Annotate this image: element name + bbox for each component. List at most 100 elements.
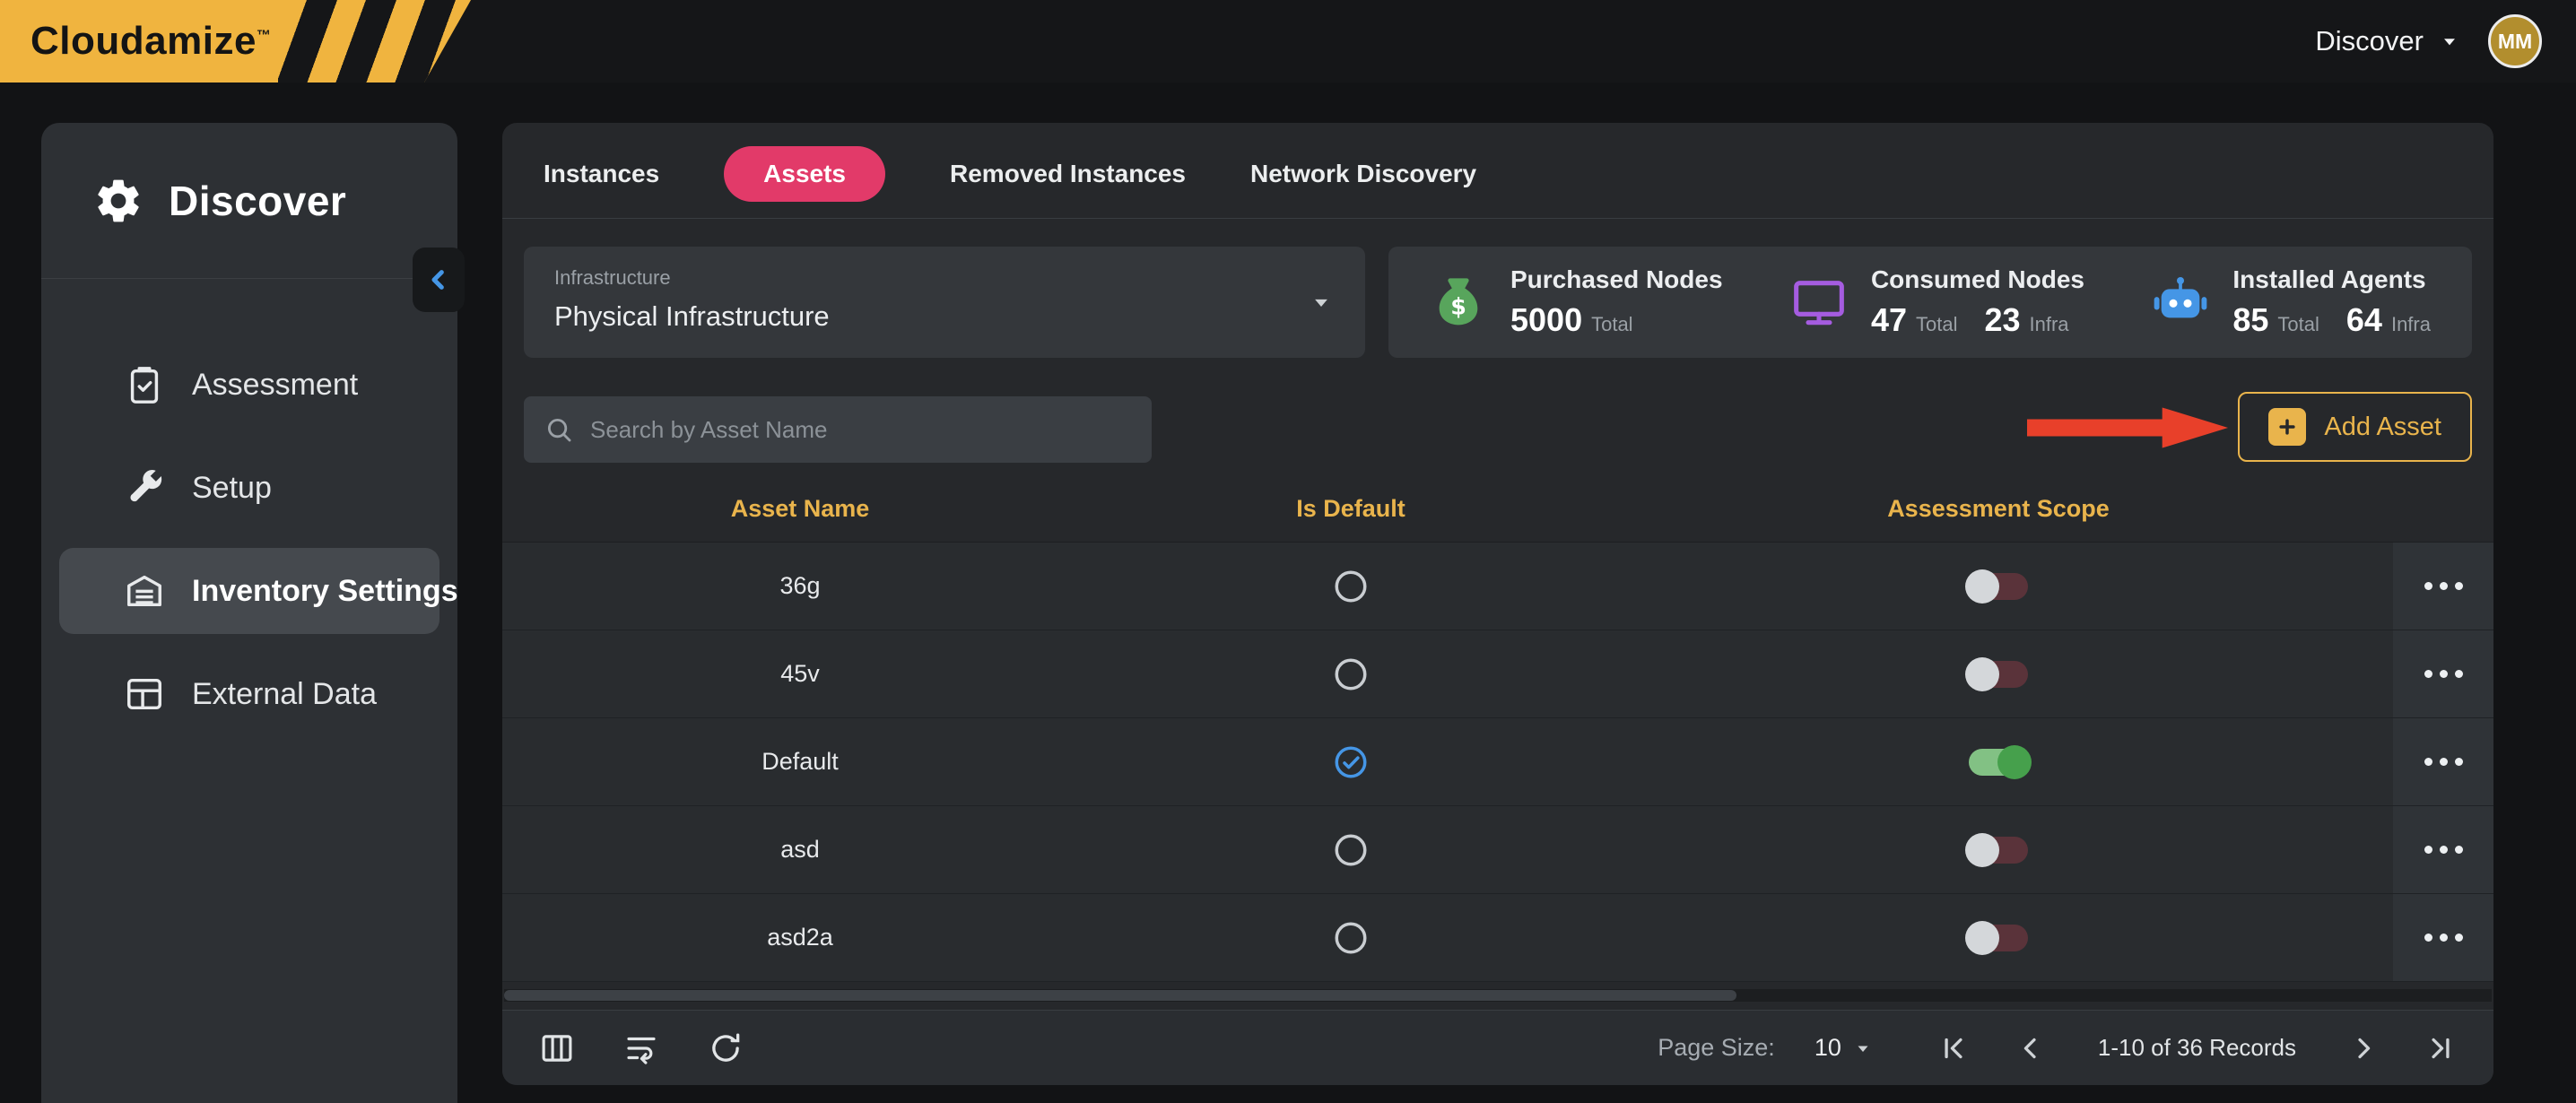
asset-name-cell: 45v (502, 630, 1098, 717)
infrastructure-select-value: Physical Infrastructure (554, 300, 1335, 333)
row-actions-cell (2393, 543, 2493, 630)
plus-icon (2268, 408, 2306, 446)
stat-purchased-nodes: $Purchased Nodes5000Total (1430, 265, 1723, 339)
radio-icon[interactable] (1332, 568, 1370, 605)
chevron-left-icon (2014, 1031, 2048, 1065)
product-switcher[interactable]: Discover (2315, 25, 2461, 57)
assessment-scope-cell (1604, 543, 2393, 630)
sidebar-item-setup[interactable]: Setup (59, 445, 439, 531)
setup-icon (124, 467, 165, 508)
trademark-symbol: ™ (257, 28, 272, 43)
row-actions-cell (2393, 630, 2493, 717)
svg-text:$: $ (1450, 292, 1466, 319)
infrastructure-select[interactable]: Infrastructure Physical Infrastructure (524, 247, 1365, 358)
last-page-button[interactable] (2424, 1031, 2458, 1065)
assessment-scope-cell (1604, 718, 2393, 805)
table-row: asd (502, 806, 2493, 894)
page-size-select[interactable]: 10 (1815, 1034, 1874, 1062)
top-bar: Cloudamize™ Discover MM (0, 0, 2576, 83)
assessment-scope-cell (1604, 894, 2393, 981)
chevron-left-icon (421, 262, 457, 298)
next-page-button[interactable] (2346, 1031, 2380, 1065)
horizontal-scrollbar[interactable] (504, 989, 2492, 1002)
table-body: 36g 45v Default asd asd2a (502, 543, 2493, 982)
logo-stripes-decoration (278, 0, 471, 83)
row-menu-button[interactable] (2414, 659, 2474, 689)
is-default-cell (1098, 718, 1604, 805)
chevron-down-icon (2438, 30, 2461, 53)
sidebar-item-external-data[interactable]: External Data (59, 651, 439, 737)
row-menu-button[interactable] (2414, 835, 2474, 864)
first-page-icon (1936, 1031, 1971, 1065)
table-footer: Page Size: 10 1-10 of 36 Rec (502, 1010, 2493, 1085)
search-box (524, 396, 1152, 463)
stat-consumed-nodes: Consumed Nodes47Total23Infra (1790, 265, 2084, 339)
refresh-button[interactable] (707, 1029, 744, 1067)
sidebar: Discover Assessment Setup Inventory Settin… (41, 123, 457, 1103)
column-settings-button[interactable] (538, 1029, 576, 1067)
chevron-right-icon (2346, 1031, 2380, 1065)
inventory-icon (124, 570, 165, 612)
radio-icon[interactable] (1332, 919, 1370, 957)
column-header-is-default[interactable]: Is Default (1098, 495, 1604, 523)
toggle-knob (1965, 569, 1999, 604)
assessment-scope-toggle[interactable] (1969, 837, 2028, 864)
table-row: Default (502, 718, 2493, 806)
is-default-cell (1098, 894, 1604, 981)
column-header-assessment-scope[interactable]: Assessment Scope (1604, 495, 2393, 523)
is-default-cell (1098, 806, 1604, 893)
row-actions-cell (2393, 894, 2493, 981)
tab-network-discovery[interactable]: Network Discovery (1250, 146, 1476, 202)
radio-icon[interactable] (1332, 656, 1370, 693)
money-bag-icon: $ (1430, 274, 1487, 331)
assessment-scope-cell (1604, 630, 2393, 717)
tab-instances[interactable]: Instances (544, 146, 659, 202)
avatar[interactable]: MM (2488, 14, 2542, 68)
product-switcher-label: Discover (2315, 25, 2424, 57)
page-size-label: Page Size: (1658, 1034, 1775, 1062)
tab-removed-instances[interactable]: Removed Instances (950, 146, 1186, 202)
assessment-scope-toggle[interactable] (1969, 749, 2028, 776)
text-wrap-button[interactable] (622, 1029, 660, 1067)
first-page-button[interactable] (1936, 1031, 1971, 1065)
add-asset-button[interactable]: Add Asset (2238, 392, 2472, 462)
row-menu-button[interactable] (2414, 571, 2474, 601)
table-row: 45v (502, 630, 2493, 718)
search-input[interactable] (590, 416, 1132, 444)
table-row: 36g (502, 543, 2493, 630)
assessment-scope-toggle[interactable] (1969, 925, 2028, 951)
asset-name-cell: asd2a (502, 894, 1098, 981)
cloudamize-logo[interactable]: Cloudamize™ (0, 0, 471, 83)
sidebar-menu: Assessment Setup Inventory Settings Externa… (41, 342, 457, 754)
assessment-scope-toggle[interactable] (1969, 661, 2028, 688)
annotation-arrow-icon (2027, 404, 2232, 451)
assessment-scope-cell (1604, 806, 2393, 893)
sidebar-item-inventory-settings[interactable]: Inventory Settings (59, 548, 439, 634)
page-size-value: 10 (1815, 1034, 1841, 1062)
table-header: Asset NameIs DefaultAssessment Scope (502, 476, 2493, 543)
chevron-down-icon (1852, 1038, 1874, 1059)
is-default-cell (1098, 543, 1604, 630)
row-menu-button[interactable] (2414, 923, 2474, 952)
assessment-scope-toggle[interactable] (1969, 573, 2028, 600)
logo-text: Cloudamize™ (30, 19, 271, 64)
main-panel: Instances Assets Removed Instances Network … (502, 123, 2493, 1085)
previous-page-button[interactable] (2014, 1031, 2048, 1065)
monitor-icon (1790, 274, 1848, 331)
toggle-knob (1965, 921, 1999, 955)
stat-installed-agents: Installed Agents85Total64Infra (2152, 265, 2431, 339)
check-circle-icon[interactable] (1332, 743, 1370, 781)
radio-icon[interactable] (1332, 831, 1370, 869)
stats-panel: $Purchased Nodes5000Total Consumed Nodes4… (1388, 247, 2472, 358)
tab-assets[interactable]: Assets (724, 146, 885, 202)
sidebar-title: Discover (169, 177, 346, 225)
infrastructure-select-label: Infrastructure (554, 266, 1335, 290)
sidebar-collapse-button[interactable] (413, 248, 465, 312)
row-menu-button[interactable] (2414, 747, 2474, 777)
scrollbar-thumb[interactable] (504, 990, 1736, 1001)
toggle-knob (1997, 745, 2032, 779)
column-header-asset-name[interactable]: Asset Name (502, 495, 1098, 523)
gear-icon (93, 176, 144, 226)
row-actions-cell (2393, 718, 2493, 805)
sidebar-item-assessment[interactable]: Assessment (59, 342, 439, 428)
